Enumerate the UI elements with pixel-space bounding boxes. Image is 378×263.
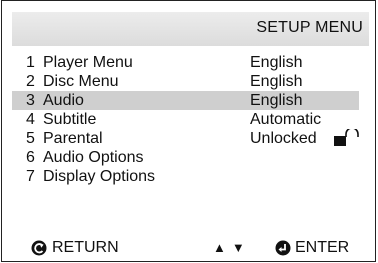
menu-item-label: Audio — [43, 92, 84, 109]
menu-item-label: Parental — [43, 130, 103, 147]
menu-item-label: Display Options — [43, 168, 156, 185]
menu-item-value: English — [250, 92, 303, 109]
menu-item-label: Audio Options — [43, 149, 144, 166]
menu-item-value: Unlocked — [250, 130, 317, 147]
menu-item-number: 3 — [26, 92, 35, 109]
menu-item-number: 1 — [26, 54, 35, 71]
menu-item-number: 4 — [26, 111, 35, 128]
menu-item-value: Automatic — [250, 111, 322, 128]
menu-list: 1 Player Menu English 2 Disc Menu Englis… — [12, 53, 369, 186]
menu-item-number: 5 — [26, 130, 35, 147]
enter-icon — [275, 240, 291, 256]
menu-item-label: Player Menu — [43, 54, 133, 71]
menu-item-player-menu[interactable]: 1 Player Menu English — [12, 53, 359, 72]
menu-item-disc-menu[interactable]: 2 Disc Menu English — [12, 72, 359, 91]
menu-item-label: Subtitle — [43, 111, 97, 128]
footer-bar: RETURN ▲▼ ENTER — [12, 237, 369, 259]
menu-item-number: 7 — [26, 168, 35, 185]
menu-item-value: English — [250, 73, 303, 90]
menu-item-parental[interactable]: 5 Parental Unlocked — [12, 127, 359, 148]
menu-item-subtitle[interactable]: 4 Subtitle Automatic — [12, 110, 359, 129]
menu-item-number: 6 — [26, 149, 35, 166]
return-label: RETURN — [52, 239, 119, 256]
menu-header: SETUP MENU — [12, 12, 369, 46]
return-arrow-icon — [31, 240, 47, 256]
menu-item-label: Disc Menu — [43, 73, 119, 90]
setup-menu-frame: SETUP MENU 1 Player Menu English 2 Disc … — [1, 0, 376, 262]
menu-title: SETUP MENU — [256, 19, 363, 36]
up-down-arrows-icon: ▲▼ — [213, 240, 251, 255]
menu-item-audio[interactable]: 3 Audio English — [12, 91, 359, 110]
unlocked-padlock-icon — [333, 127, 363, 148]
menu-item-audio-options[interactable]: 6 Audio Options — [12, 148, 359, 167]
menu-item-display-options[interactable]: 7 Display Options — [12, 167, 359, 186]
enter-label: ENTER — [295, 239, 350, 256]
menu-item-number: 2 — [26, 73, 35, 90]
menu-item-value: English — [250, 54, 303, 71]
